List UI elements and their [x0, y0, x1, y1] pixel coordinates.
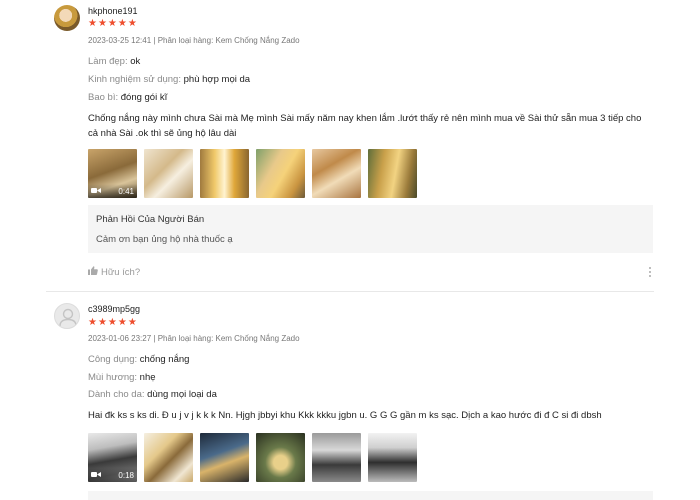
star-rating: ★★★★★	[88, 317, 138, 328]
more-vertical-icon[interactable]	[649, 267, 653, 277]
attribute-key: Làm đẹp:	[88, 56, 131, 67]
review-image-thumbnail[interactable]	[312, 149, 361, 198]
attribute-key: Dành cho da:	[88, 389, 148, 400]
review-media-row: 0:41	[88, 149, 417, 199]
review-image-thumbnail[interactable]	[200, 433, 249, 482]
review-image-thumbnail[interactable]	[200, 149, 249, 198]
review-comment: Chống nắng này mình chưa Sài mà Mẹ mình …	[88, 113, 642, 139]
seller-reply-message: Cảm ơn bạn ủng hộ nhà thuốc ạ	[96, 234, 233, 245]
avatar[interactable]	[54, 303, 80, 329]
attribute-key: Công dụng:	[88, 354, 140, 365]
reviewer-username[interactable]: c3989mp5gg	[88, 304, 140, 314]
attribute-value: dùng mọi loại da	[147, 389, 217, 400]
review-image-thumbnail[interactable]	[256, 149, 305, 198]
review-media-row: 0:18	[88, 433, 417, 483]
review-attribute: Mùi hương: nhẹ	[88, 372, 156, 383]
user-icon	[59, 308, 77, 327]
avatar[interactable]	[54, 5, 80, 31]
review-image-thumbnail[interactable]	[144, 433, 193, 482]
star-rating: ★★★★★	[88, 18, 138, 29]
video-camera-icon	[91, 471, 101, 480]
attribute-key: Mùi hương:	[88, 372, 140, 383]
attribute-value: chống nắng	[139, 354, 190, 365]
attribute-key: Kinh nghiệm sử dụng:	[88, 74, 184, 85]
video-camera-icon	[91, 187, 101, 196]
review-image-thumbnail[interactable]	[256, 433, 305, 482]
review-video-thumbnail[interactable]: 0:41	[88, 149, 137, 198]
helpful-button[interactable]: Hữu ích?	[88, 266, 140, 278]
thumbs-up-icon	[88, 266, 98, 278]
attribute-key: Bao bì:	[88, 92, 121, 103]
reviewer-username[interactable]: hkphone191	[88, 6, 138, 16]
review-attribute: Làm đẹp: ok	[88, 56, 140, 67]
seller-reply: Phản Hồi Của Người Bán Cảm ơn bạn ủng hộ…	[88, 205, 653, 253]
review-meta: 2023-03-25 12:41 | Phân loại hàng: Kem C…	[88, 36, 300, 45]
video-duration: 0:18	[118, 470, 134, 480]
attribute-value: phù hợp mọi da	[183, 74, 251, 85]
review-attribute: Kinh nghiệm sử dụng: phù hợp mọi da	[88, 74, 250, 85]
review-video-thumbnail[interactable]: 0:18	[88, 433, 137, 482]
review-meta: 2023-01-06 23:27 | Phân loại hàng: Kem C…	[88, 334, 300, 343]
seller-reply-title: Phản Hồi Của Người Bán	[96, 214, 205, 225]
review-1: hkphone191 ★★★★★ 2023-03-25 12:41 | Phân…	[0, 0, 700, 292]
review-2: c3989mp5gg ★★★★★ 2023-01-06 23:27 | Phân…	[0, 292, 700, 500]
helpful-label: Hữu ích?	[101, 266, 141, 278]
video-overlay: 0:41	[88, 184, 137, 198]
review-attribute: Dành cho da: dùng mọi loại da	[88, 389, 217, 400]
review-image-thumbnail[interactable]	[144, 149, 193, 198]
attribute-value: nhẹ	[139, 372, 156, 383]
seller-reply	[88, 491, 653, 500]
review-image-thumbnail[interactable]	[368, 433, 417, 482]
review-image-thumbnail[interactable]	[368, 149, 417, 198]
attribute-value: ok	[130, 56, 141, 67]
attribute-value: đóng gói kĩ	[120, 92, 168, 103]
video-duration: 0:41	[118, 186, 134, 196]
review-attribute: Bao bì: đóng gói kĩ	[88, 92, 167, 103]
review-comment: Hai đk ks s ks di. Đ u j v j k k k Nn. H…	[88, 410, 602, 421]
video-overlay: 0:18	[88, 468, 137, 482]
review-attribute: Công dụng: chống nắng	[88, 354, 189, 365]
review-image-thumbnail[interactable]	[312, 433, 361, 482]
